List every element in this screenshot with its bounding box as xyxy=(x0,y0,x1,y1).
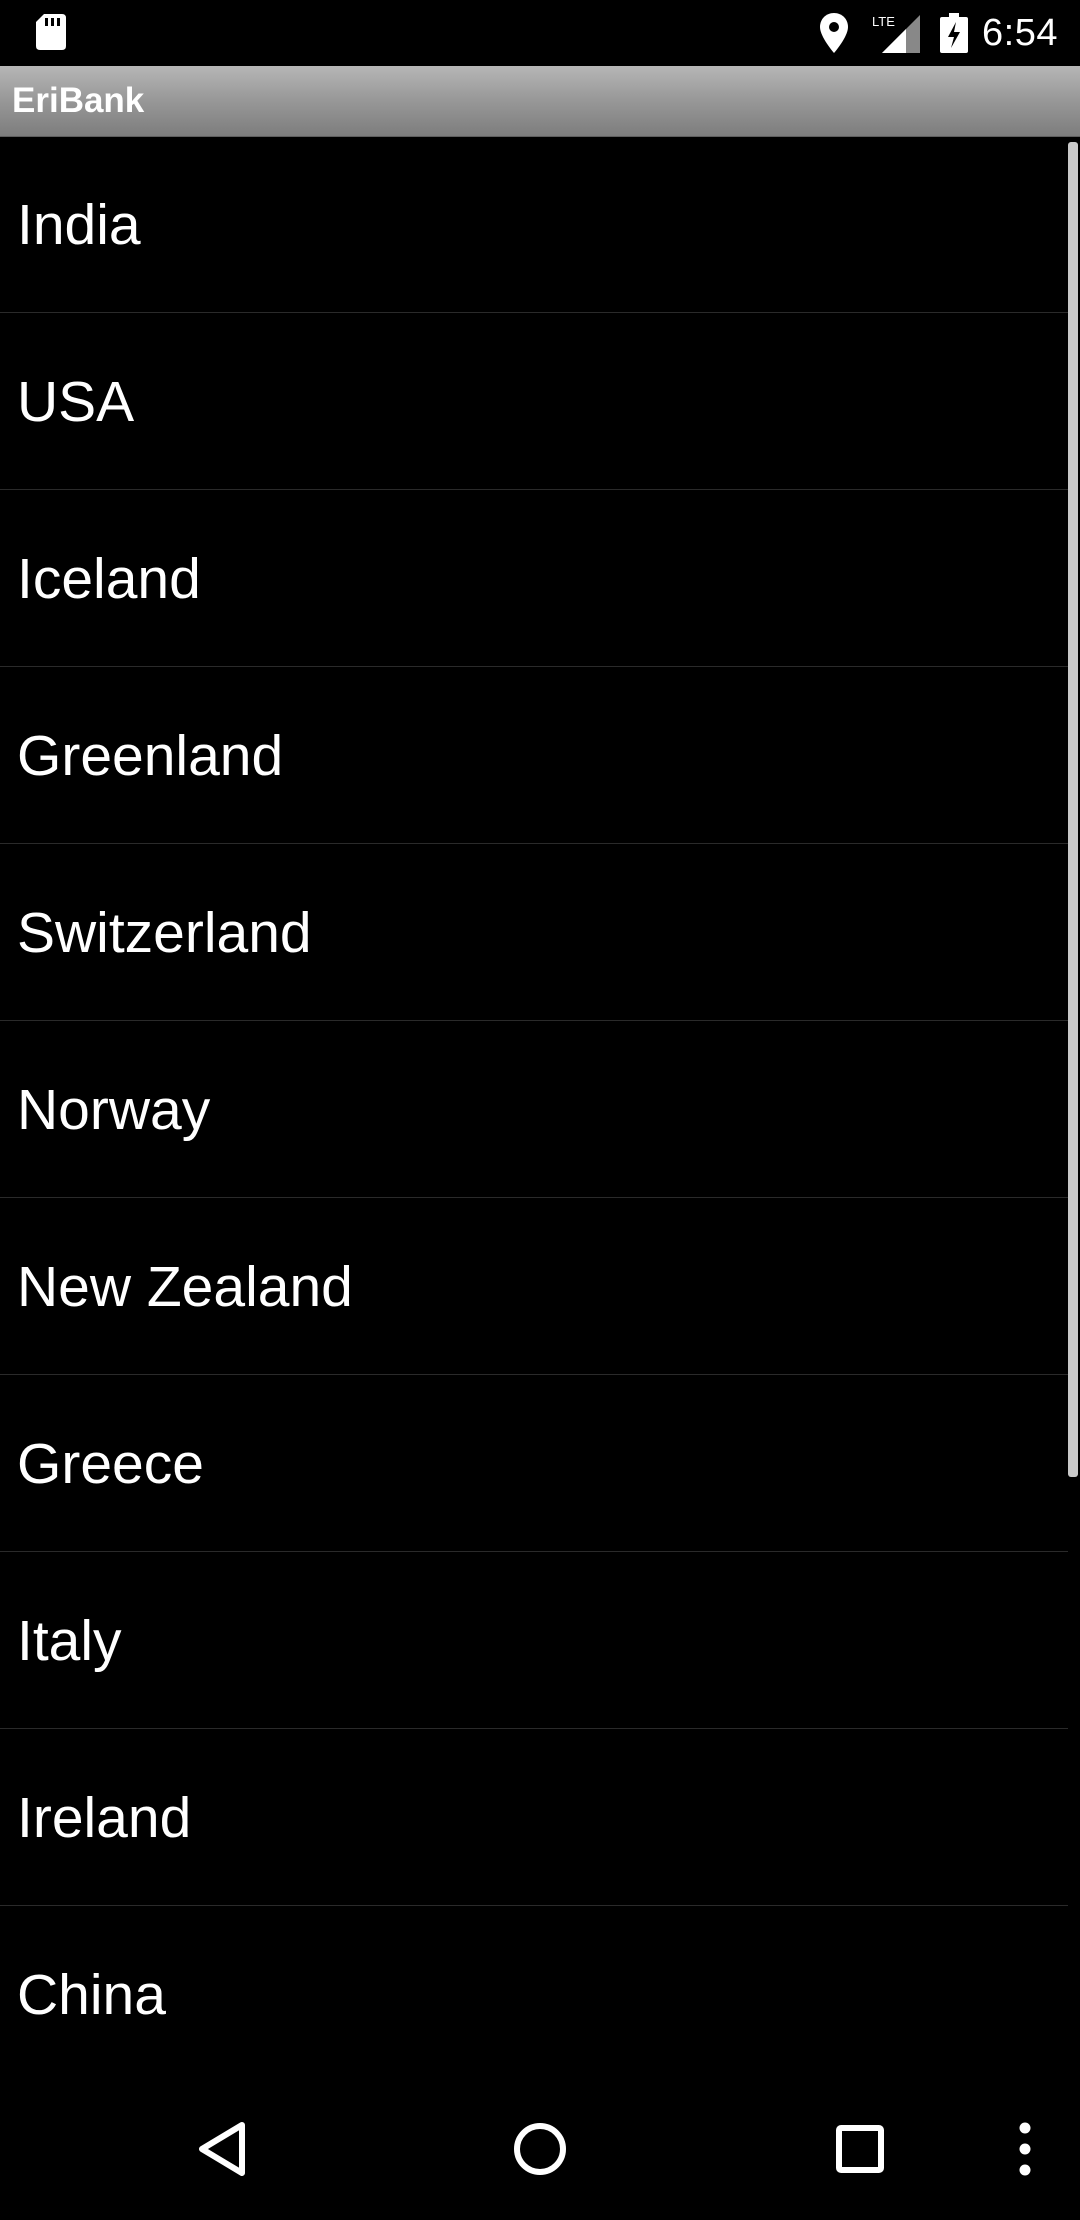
sd-card-icon xyxy=(36,14,66,50)
location-icon xyxy=(820,13,849,53)
list-item-label: China xyxy=(17,1963,166,2027)
overflow-menu-icon xyxy=(1019,2122,1031,2175)
back-button[interactable] xyxy=(172,2077,272,2220)
scrollbar[interactable] xyxy=(1068,142,1078,1477)
list-item[interactable]: Norway xyxy=(0,1022,1068,1198)
list-item-label: India xyxy=(17,193,141,257)
lte-signal-icon: LTE xyxy=(872,14,921,53)
home-icon xyxy=(514,2122,566,2175)
list-item[interactable]: Greece xyxy=(0,1376,1068,1552)
list-item[interactable]: India xyxy=(0,137,1068,313)
list-item[interactable]: Ireland xyxy=(0,1730,1068,1906)
status-bar: LTE 6:54 xyxy=(0,0,1080,66)
list-item[interactable]: Italy xyxy=(0,1553,1068,1729)
list-item[interactable]: USA xyxy=(0,314,1068,490)
status-time: 6:54 xyxy=(982,12,1058,54)
list-item[interactable]: China xyxy=(0,1907,1068,2077)
recents-button[interactable] xyxy=(810,2077,910,2220)
list-item[interactable]: Greenland xyxy=(0,668,1068,844)
list-item-label: Italy xyxy=(17,1609,122,1673)
list-item-label: Greenland xyxy=(17,724,284,788)
list-item-label: Iceland xyxy=(17,547,201,611)
battery-charging-icon xyxy=(940,13,969,53)
list-item[interactable]: Iceland xyxy=(0,491,1068,667)
list-item-label: Greece xyxy=(17,1432,204,1496)
country-list[interactable]: India USA Iceland Greenland Switzerland … xyxy=(0,137,1080,2077)
overflow-menu-button[interactable] xyxy=(1000,2077,1050,2220)
list-item-label: New Zealand xyxy=(17,1255,353,1319)
navigation-bar xyxy=(0,2077,1080,2220)
recents-icon xyxy=(836,2124,884,2173)
app-title: EriBank xyxy=(12,81,145,120)
list-item[interactable]: Switzerland xyxy=(0,845,1068,1021)
home-button[interactable] xyxy=(490,2077,590,2220)
network-type-label: LTE xyxy=(872,14,895,29)
list-item[interactable]: New Zealand xyxy=(0,1199,1068,1375)
back-icon xyxy=(199,2121,245,2176)
list-item-label: Norway xyxy=(17,1078,211,1142)
list-item-label: Ireland xyxy=(17,1786,192,1850)
app-title-bar: EriBank xyxy=(0,66,1080,137)
list-item-label: Switzerland xyxy=(17,901,312,965)
list-item-label: USA xyxy=(17,370,135,434)
